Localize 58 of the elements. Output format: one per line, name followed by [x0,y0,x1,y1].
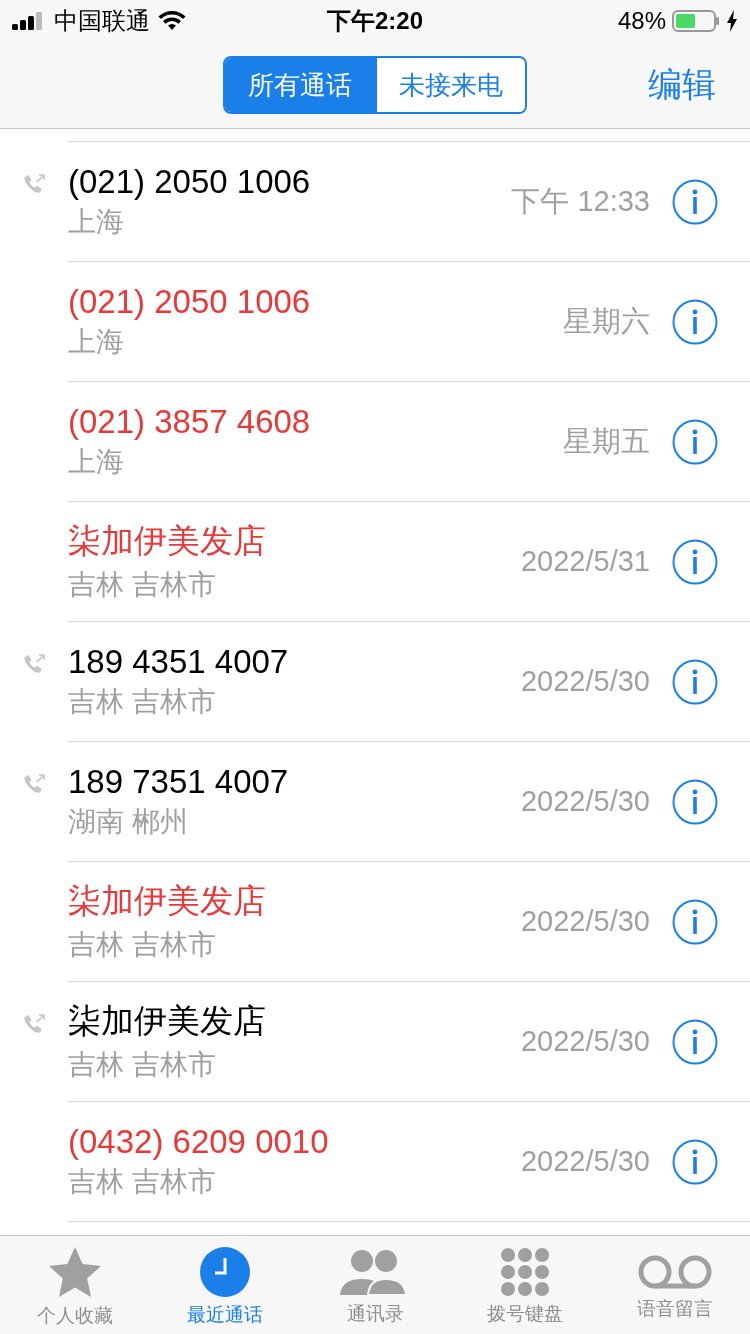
caller-name: (0432) 6209 0010 [68,1122,330,1161]
keypad-icon [500,1247,550,1297]
caller-location: 上海 [68,204,125,239]
caller-location: 吉林 吉林市 [68,568,217,602]
info-icon[interactable] [672,898,718,945]
carrier-name: 中国联通 [54,6,150,36]
info-icon[interactable] [672,538,718,585]
caller-name: 189 7351 4007 [68,762,290,801]
caller-location: 上海 [68,324,125,359]
caller-location: 湖南 郴州 [68,804,189,839]
call-time: 2022/5/30 [521,665,650,698]
tab-bar-item[interactable]: 个人收藏 [0,1236,150,1334]
caller-name: (021) 2050 1006 [68,162,312,201]
info-icon[interactable] [672,658,718,705]
caller-name: 柒加伊美发店 [68,881,267,921]
segment-tab[interactable]: 未接来电 [375,58,525,112]
clock-icon [199,1246,251,1298]
caller-location: 吉林 吉林市 [68,684,217,719]
caller-name: 柒加伊美发店 [68,1001,267,1041]
battery-icon [672,10,720,32]
battery-percent: 48% [617,7,666,35]
info-icon[interactable] [672,778,718,825]
caller-location: 上海 [68,444,125,479]
tab-label: 拨号键盘 [487,1302,563,1326]
call-time: 2022/5/30 [521,1025,650,1058]
caller-location: 吉林 吉林市 [68,1164,217,1199]
star-icon [47,1245,103,1299]
info-icon[interactable] [672,178,718,225]
info-icon[interactable] [672,418,718,465]
status-time: 下午2:20 [326,7,423,34]
caller-location: 吉林 吉林市 [68,928,217,962]
tab-bar-item[interactable]: 最近通话 [150,1236,300,1334]
tab-label: 语音留言 [637,1297,713,1321]
charging-icon [726,10,738,32]
call-time: 2022/5/30 [521,785,650,818]
edit-button[interactable]: 编辑 [648,62,716,108]
caller-name: 柒加伊美发店 [68,521,267,561]
call-time: 2022/5/31 [521,545,650,578]
tab-label: 通讯录 [346,1302,404,1326]
tab-bar-item[interactable]: 拨号键盘 [450,1236,600,1334]
info-icon[interactable] [672,1138,718,1185]
call-time: 2022/5/30 [521,1145,650,1178]
tab-label: 最近通话 [187,1303,263,1327]
call-time: 星期五 [563,423,650,459]
caller-name: 189 4351 4007 [68,642,290,681]
caller-name: (021) 3857 4608 [68,402,312,441]
caller-name: (021) 2050 1006 [68,282,312,321]
tab-label: 个人收藏 [37,1304,113,1328]
call-time: 2022/5/30 [521,905,650,938]
info-icon[interactable] [672,1018,718,1065]
call-time: 下午 12:33 [511,183,650,219]
caller-location: 吉林 吉林市 [68,1048,217,1082]
tab-bar-item[interactable]: 通讯录 [300,1236,450,1334]
segment-tab[interactable]: 所有通话 [225,58,375,112]
tab-bar-item[interactable]: 语音留言 [600,1236,750,1334]
call-time: 星期六 [563,303,650,339]
info-icon[interactable] [672,298,718,345]
wifi-icon [158,11,186,31]
